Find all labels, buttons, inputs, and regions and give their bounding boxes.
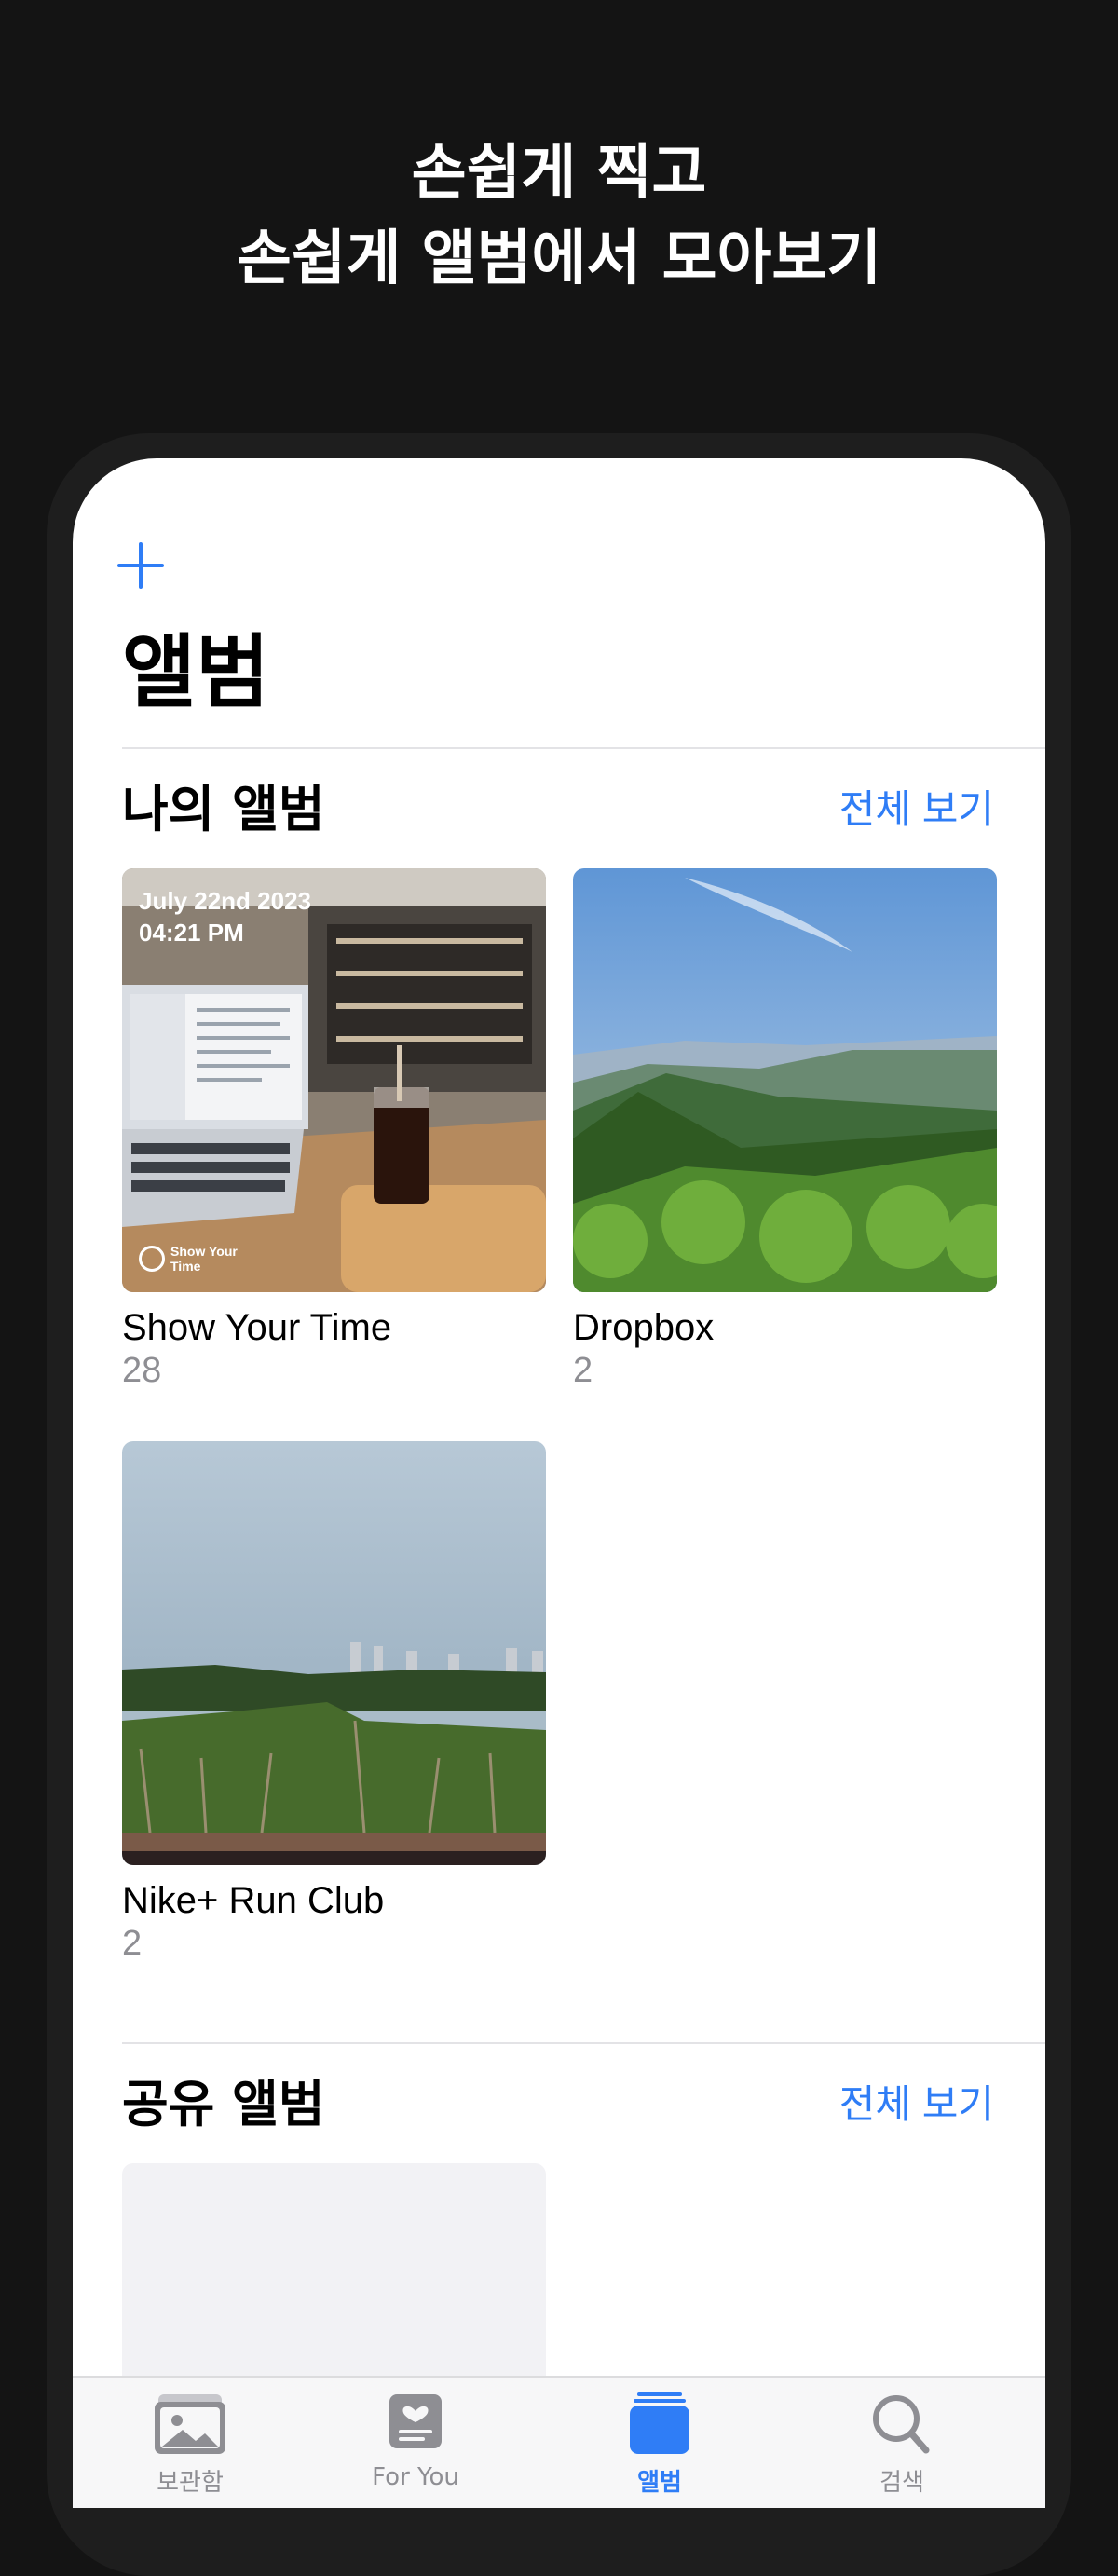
album-thumbnail[interactable]: July 22nd 2023 04:21 PM Show Your Time bbox=[122, 868, 546, 1292]
album-name: Nike+ Run Club bbox=[122, 1880, 385, 1921]
my-albums-see-all-link[interactable]: 전체 보기 bbox=[839, 786, 994, 833]
page-title: 앨범 bbox=[122, 626, 270, 719]
divider bbox=[122, 2042, 1045, 2044]
album-count: 28 bbox=[122, 1351, 162, 1390]
phone-screen: 앨범 나의 앨범 전체 보기 July 22nd 2023 04:21 PM S… bbox=[73, 458, 1045, 2508]
album-name: Dropbox bbox=[573, 1307, 715, 1348]
headline-line-2: 손쉽게 앨범에서 모아보기 bbox=[236, 225, 882, 293]
for-you-icon bbox=[378, 2391, 453, 2458]
overlay-badge: Show Your Time bbox=[170, 1244, 238, 1274]
tab-albums[interactable]: 앨범 bbox=[566, 2391, 753, 2498]
tab-label: For You bbox=[372, 2463, 459, 2491]
overlay-time: 04:21 PM bbox=[139, 919, 244, 947]
tab-label: 보관함 bbox=[157, 2469, 224, 2497]
tab-for-you[interactable]: For You bbox=[322, 2391, 509, 2491]
album-card-show-your-time[interactable]: July 22nd 2023 04:21 PM Show Your Time S… bbox=[122, 868, 546, 1391]
my-albums-title: 나의 앨범 bbox=[122, 780, 325, 838]
album-count: 2 bbox=[573, 1351, 593, 1390]
album-name: Show Your Time bbox=[122, 1307, 392, 1348]
tab-label: 앨범 bbox=[637, 2469, 682, 2497]
album-thumbnail[interactable] bbox=[573, 868, 997, 1292]
tab-label: 검색 bbox=[879, 2469, 924, 2497]
tab-bar: 보관함 For You 앨범 검색 bbox=[73, 2376, 1045, 2508]
album-card-dropbox[interactable]: Dropbox 2 bbox=[573, 868, 997, 1391]
album-stack-icon bbox=[622, 2391, 697, 2458]
mountain-landscape-photo bbox=[573, 868, 997, 1292]
lake-park-photo bbox=[122, 1441, 546, 1865]
headline-line-1: 손쉽게 찍고 bbox=[411, 139, 707, 208]
album-thumbnail[interactable] bbox=[122, 1441, 546, 1865]
promo-headline: 손쉽게 찍고 손쉽게 앨범에서 모아보기 bbox=[0, 130, 1118, 302]
add-album-plus-icon[interactable] bbox=[117, 542, 164, 589]
photo-library-icon bbox=[153, 2391, 227, 2458]
album-card-nike-run-club[interactable]: Nike+ Run Club 2 bbox=[122, 1441, 546, 1964]
tab-search[interactable]: 검색 bbox=[809, 2391, 995, 2498]
tab-library[interactable]: 보관함 bbox=[97, 2391, 283, 2498]
album-count: 2 bbox=[122, 1924, 143, 1963]
overlay-date: July 22nd 2023 bbox=[139, 887, 311, 915]
shared-albums-see-all-link[interactable]: 전체 보기 bbox=[839, 2081, 994, 2128]
clock-icon bbox=[139, 1246, 165, 1272]
shared-albums-title: 공유 앨범 bbox=[122, 2075, 325, 2133]
search-icon bbox=[865, 2391, 939, 2458]
divider bbox=[122, 747, 1045, 749]
